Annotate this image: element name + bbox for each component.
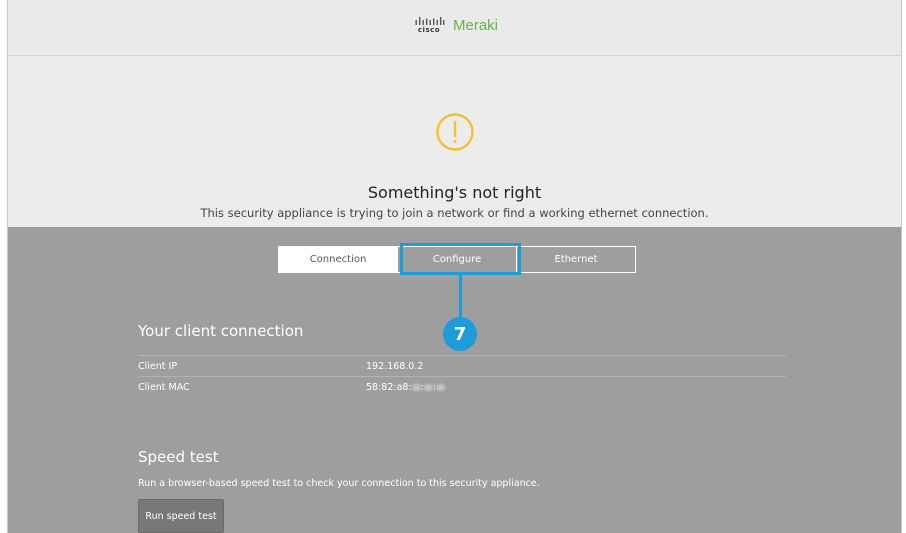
tab-ethernet[interactable]: Ethernet — [516, 246, 636, 273]
alert-subtitle: This security appliance is trying to joi… — [200, 206, 709, 220]
client-mac-value: 58:82:a8: — [366, 381, 412, 393]
alert-title: Something's not right — [367, 183, 542, 202]
callout-number-badge: 7 — [443, 317, 477, 351]
speed-test-description: Run a browser-based speed test to check … — [138, 478, 540, 489]
top-bar: cisco Meraki — [8, 0, 901, 56]
connection-title: Your client connection — [138, 322, 304, 340]
tab-connection[interactable]: Connection — [278, 246, 398, 273]
table-row: Client MAC 58:82:a8::: — [138, 376, 786, 397]
client-mac-value-wrap: 58:82:a8::: — [366, 381, 446, 393]
alert-section: Something's not right This security appl… — [8, 56, 901, 227]
content-panel: Connection Configure Ethernet 7 Your cli… — [8, 227, 901, 533]
redacted-mark — [423, 383, 433, 391]
connection-table: Client IP 192.168.0.2 Client MAC 58:82:a… — [138, 355, 786, 397]
page-frame: cisco Meraki Something's not right This … — [7, 0, 902, 533]
redacted-mark — [411, 383, 421, 391]
cisco-wordmark: cisco — [417, 26, 441, 34]
brand-logo: cisco Meraki — [411, 16, 498, 34]
table-row: Client IP 192.168.0.2 — [138, 355, 786, 376]
client-mac-label: Client MAC — [138, 381, 190, 393]
callout-connector — [459, 275, 462, 318]
callout-highlight — [400, 243, 521, 275]
speed-test-title: Speed test — [138, 448, 219, 466]
redacted-mark — [436, 383, 446, 391]
warning-circle-icon — [435, 112, 475, 156]
client-ip-label: Client IP — [138, 360, 178, 372]
client-ip-value: 192.168.0.2 — [366, 360, 424, 372]
run-speed-test-button[interactable]: Run speed test — [138, 499, 224, 533]
cisco-logo-icon: cisco — [411, 16, 447, 34]
meraki-wordmark: Meraki — [452, 16, 499, 34]
